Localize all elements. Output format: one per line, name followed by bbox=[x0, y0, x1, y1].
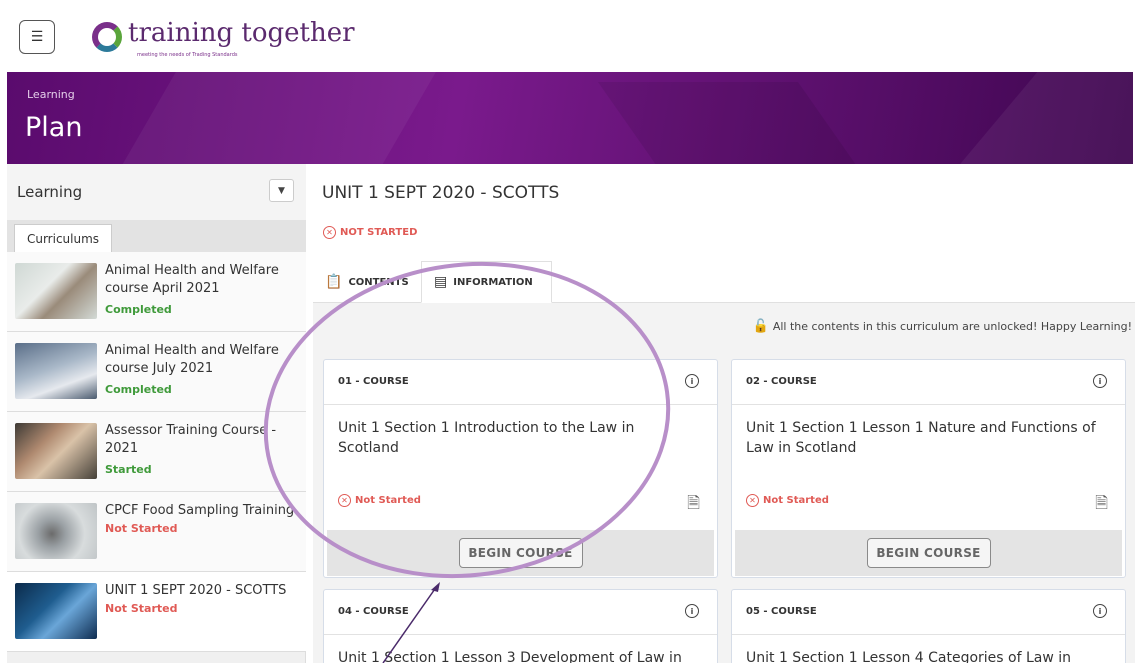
card-header: 02 - COURSE i bbox=[732, 360, 1125, 405]
list-item-name: CPCF Food Sampling Training bbox=[105, 503, 295, 518]
thumbnail-image bbox=[15, 343, 97, 399]
card-label: 05 - COURSE bbox=[746, 606, 817, 617]
list-item-status: Completed bbox=[105, 383, 172, 396]
list-item-status: Not Started bbox=[105, 602, 178, 615]
contents-panel: 🔓 All the contents in this curriculum ar… bbox=[313, 303, 1135, 663]
course-card: 04 - COURSE i Unit 1 Section 1 Lesson 3 … bbox=[323, 589, 718, 663]
list-item-name: Animal Health and Welfare course July 20… bbox=[105, 343, 279, 376]
card-status-label: Not Started bbox=[763, 495, 829, 506]
hamburger-icon: ☰ bbox=[30, 29, 44, 45]
page-banner: Learning Plan bbox=[7, 72, 1133, 164]
curriculum-title: UNIT 1 SEPT 2020 - SCOTTS bbox=[322, 183, 560, 203]
thumbnail-image bbox=[15, 263, 97, 319]
unlock-message-text: All the contents in this curriculum are … bbox=[772, 320, 1132, 333]
x-circle-icon: ✕ bbox=[323, 226, 336, 239]
card-title[interactable]: Unit 1 Section 1 Lesson 3 Development of… bbox=[338, 648, 698, 663]
tab-curriculums[interactable]: Curriculums bbox=[14, 224, 112, 252]
thumbnail-image bbox=[15, 503, 97, 559]
list-item-name: Animal Health and Welfare course April 2… bbox=[105, 263, 279, 296]
document-list-icon: ▤ bbox=[434, 274, 448, 290]
curriculum-list: Animal Health and Welfare course April 2… bbox=[7, 252, 306, 652]
thumbnail-image bbox=[15, 423, 97, 479]
card-header: 01 - COURSE i bbox=[324, 360, 717, 405]
course-card: 01 - COURSE i Unit 1 Section 1 Introduct… bbox=[323, 359, 718, 578]
document-icon: 🗎 bbox=[687, 493, 700, 512]
info-icon[interactable]: i bbox=[685, 604, 699, 618]
tab-contents-label: CONTENTS bbox=[348, 276, 409, 288]
clipboard-icon: 📋 bbox=[325, 274, 343, 290]
list-item-status: Not Started bbox=[105, 522, 178, 535]
document-icon: 🗎 bbox=[1095, 493, 1108, 512]
card-label: 04 - COURSE bbox=[338, 606, 409, 617]
hamburger-menu-button[interactable]: ☰ bbox=[19, 20, 55, 54]
curriculum-status-label: NOT STARTED bbox=[340, 227, 418, 238]
card-header: 05 - COURSE i bbox=[732, 590, 1125, 635]
course-card: 02 - COURSE i Unit 1 Section 1 Lesson 1 … bbox=[731, 359, 1126, 578]
info-icon[interactable]: i bbox=[685, 374, 699, 388]
top-bar: ☰ training together meeting the needs of… bbox=[0, 0, 1135, 72]
sidebar: Learning ▼ Curriculums Animal Health and… bbox=[7, 164, 306, 663]
curriculum-status: ✕ NOT STARTED bbox=[323, 226, 417, 239]
begin-course-button[interactable]: BEGIN COURSE bbox=[458, 538, 583, 568]
list-item-status: Completed bbox=[105, 303, 172, 316]
banner-subtitle: Learning bbox=[27, 88, 75, 101]
thumbnail-image bbox=[15, 583, 97, 639]
x-circle-icon: ✕ bbox=[746, 494, 759, 507]
sidebar-tabbar: Curriculums bbox=[7, 220, 306, 252]
content-tabs: 📋 CONTENTS ▤ INFORMATION bbox=[313, 261, 1135, 303]
list-item-status: Started bbox=[105, 463, 152, 476]
list-item-name: Assessor Training Course - 2021 bbox=[105, 423, 277, 456]
card-status: ✕ Not Started bbox=[338, 494, 421, 507]
list-item[interactable]: Animal Health and Welfare course April 2… bbox=[7, 252, 306, 332]
list-item[interactable]: Assessor Training Course - 2021 Started bbox=[7, 412, 306, 492]
card-title[interactable]: Unit 1 Section 1 Lesson 1 Nature and Fun… bbox=[746, 418, 1106, 458]
sidebar-header: Learning ▼ bbox=[7, 164, 306, 220]
logo-ring-icon bbox=[92, 22, 122, 52]
info-icon[interactable]: i bbox=[1093, 374, 1107, 388]
logo-text: training together bbox=[128, 18, 355, 48]
card-header: 04 - COURSE i bbox=[324, 590, 717, 635]
list-item[interactable]: Animal Health and Welfare course July 20… bbox=[7, 332, 306, 412]
list-item[interactable]: CPCF Food Sampling Training Not Started bbox=[7, 492, 306, 572]
sidebar-title: Learning bbox=[17, 183, 83, 201]
card-label: 02 - COURSE bbox=[746, 376, 817, 387]
x-circle-icon: ✕ bbox=[338, 494, 351, 507]
list-item-name: UNIT 1 SEPT 2020 - SCOTTS bbox=[105, 583, 287, 598]
list-item[interactable]: UNIT 1 SEPT 2020 - SCOTTS Not Started bbox=[7, 572, 306, 652]
card-footer: BEGIN COURSE bbox=[735, 530, 1122, 576]
card-title[interactable]: Unit 1 Section 1 Lesson 4 Categories of … bbox=[746, 648, 1106, 663]
logo[interactable]: training together meeting the needs of T… bbox=[92, 18, 355, 62]
page-title: Plan bbox=[25, 112, 83, 143]
card-title[interactable]: Unit 1 Section 1 Introduction to the Law… bbox=[338, 418, 698, 458]
sidebar-dropdown-button[interactable]: ▼ bbox=[269, 179, 294, 202]
info-icon[interactable]: i bbox=[1093, 604, 1107, 618]
tab-information[interactable]: ▤ INFORMATION bbox=[421, 261, 552, 303]
unlock-message: 🔓 All the contents in this curriculum ar… bbox=[753, 319, 1132, 334]
course-card: 05 - COURSE i Unit 1 Section 1 Lesson 4 … bbox=[731, 589, 1126, 663]
caret-down-icon: ▼ bbox=[278, 185, 285, 196]
tab-information-label: INFORMATION bbox=[453, 276, 533, 288]
unlocked-lock-icon: 🔓 bbox=[752, 319, 769, 334]
tab-contents[interactable]: 📋 CONTENTS bbox=[325, 261, 409, 303]
card-label: 01 - COURSE bbox=[338, 376, 409, 387]
card-status-label: Not Started bbox=[355, 495, 421, 506]
begin-course-button[interactable]: BEGIN COURSE bbox=[866, 538, 991, 568]
card-status: ✕ Not Started bbox=[746, 494, 829, 507]
logo-tagline: meeting the needs of Trading Standards bbox=[137, 52, 238, 58]
card-footer: BEGIN COURSE bbox=[327, 530, 714, 576]
